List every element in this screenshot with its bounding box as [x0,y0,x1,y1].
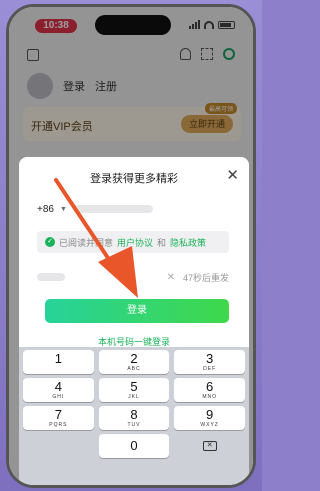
key-6[interactable]: 6 MNO [174,378,245,402]
phone-number-masked [72,205,153,213]
backspace-icon: ✕ [202,441,217,451]
backspace-key[interactable]: ✕ [174,434,245,458]
login-modal: 登录获得更多精彩 ✕ +86 ▼ ✓ 已阅读并同意 用户协议 和 隐私政策 ✕ … [19,157,249,485]
key-blank [23,434,94,458]
numeric-keypad: 1 2 ABC 3 DEF 4 GHI 5 JKL 6 MNO 7 PQRS 8 TUV 9W… [19,347,249,485]
phone-screen: 10:38 登录 注册 开通VIP会员 最高可领 立即开通 登录获得更多精彩 ✕… [6,4,256,488]
phone-input[interactable]: +86 ▼ [37,201,227,217]
key-4[interactable]: 4 GHI [23,378,94,402]
key-8[interactable]: 8 TUV [98,406,170,430]
key-3[interactable]: 3 DEF [174,350,245,374]
clear-icon[interactable]: ✕ [167,272,175,283]
agreement-row[interactable]: ✓ 已阅读并同意 用户协议 和 隐私政策 [37,231,229,253]
chevron-down-icon[interactable]: ▼ [60,206,67,213]
verification-code-input[interactable]: ✕ 47秒后重发 [37,269,229,285]
agree-prefix: 已阅读并同意 [59,237,114,248]
code-masked [37,273,65,281]
key-9[interactable]: 9 WXYZ [174,406,245,430]
country-code[interactable]: +86 [37,204,54,215]
key-2[interactable]: 2 ABC [98,350,170,374]
login-button[interactable]: 登录 [45,299,229,323]
screenshot-frame: 10:38 登录 注册 开通VIP会员 最高可领 立即开通 登录获得更多精彩 ✕… [0,0,262,491]
key-0[interactable]: 0 [98,434,170,458]
key-1[interactable]: 1 [23,350,94,374]
key-5[interactable]: 5 JKL [98,378,170,402]
checkbox-checked-icon[interactable]: ✓ [45,237,55,247]
resend-countdown: 47秒后重发 [182,272,229,283]
user-agreement-link[interactable]: 用户协议 [117,236,153,249]
modal-title: 登录获得更多精彩 [90,173,178,185]
key-7[interactable]: 7 PQRS [23,406,94,430]
close-icon[interactable]: ✕ [226,166,239,184]
agree-and: 和 [157,237,167,248]
privacy-policy-link[interactable]: 隐私政策 [170,236,206,249]
